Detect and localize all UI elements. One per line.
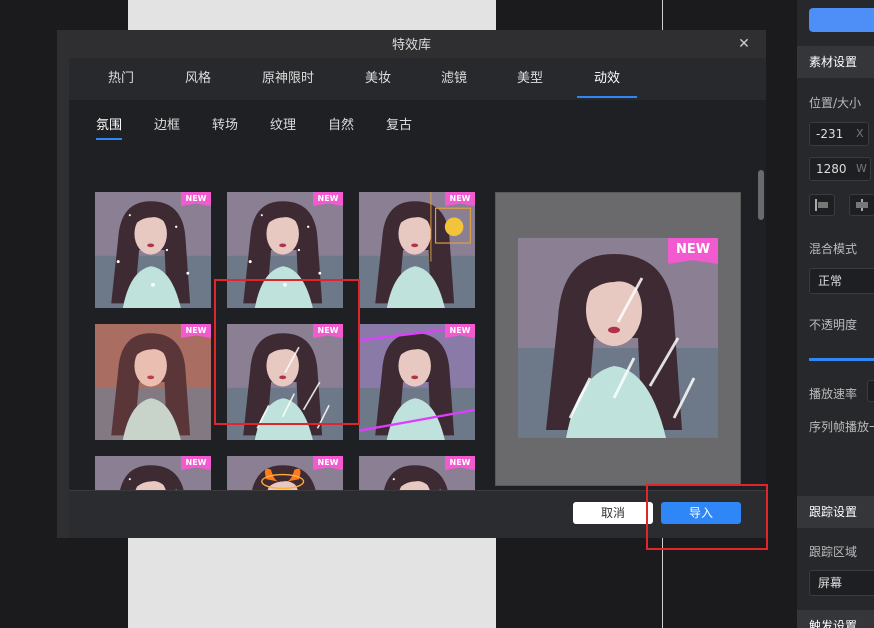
playback-speed-field[interactable]: [867, 380, 874, 402]
sparkle-icon: [227, 192, 343, 308]
dialog-footer: 取消 导入: [69, 490, 766, 538]
effect-thumbnail[interactable]: NEW: [227, 324, 343, 440]
property-panel: 素材设置 位置/大小 -231 X 1280 W 混合模式 正常 不透明度 播放…: [796, 0, 874, 628]
tab-filter[interactable]: 滤镜: [429, 58, 479, 100]
tab-makeup[interactable]: 美妆: [353, 58, 403, 100]
tab-reshape[interactable]: 美型: [505, 58, 555, 100]
canvas-area-bottom: [128, 532, 496, 628]
subtab-texture[interactable]: 纹理: [270, 114, 296, 133]
subtab-transition[interactable]: 转场: [212, 114, 238, 133]
opacity-slider[interactable]: [809, 358, 874, 361]
moon-icon: [359, 192, 475, 308]
tracking-area-select[interactable]: 屏幕: [809, 570, 874, 596]
blend-mode-label: 混合模式: [809, 242, 858, 256]
align-left-icon[interactable]: [809, 194, 835, 216]
align-center-icon[interactable]: [849, 194, 874, 216]
tracking-area-label: 跟踪区域: [809, 545, 858, 559]
subtab-nature[interactable]: 自然: [328, 114, 354, 133]
grid-scrollbar[interactable]: [758, 170, 764, 220]
position-size-label: 位置/大小: [809, 96, 862, 110]
w-unit: W: [856, 162, 867, 175]
section-material-settings[interactable]: 素材设置: [797, 46, 874, 78]
effect-thumbnail[interactable]: NEW: [359, 324, 475, 440]
tab-hot[interactable]: 热门: [96, 58, 146, 100]
subtab-atmosphere[interactable]: 氛围: [96, 114, 123, 140]
playback-speed-label: 播放速率: [809, 387, 858, 401]
width-field[interactable]: 1280 W: [809, 157, 871, 181]
close-icon[interactable]: ✕: [736, 36, 752, 52]
effect-thumbnail[interactable]: NEW: [359, 192, 475, 308]
subtab-retro[interactable]: 复古: [386, 114, 412, 133]
x-position-field[interactable]: -231 X: [809, 122, 869, 146]
w-value: 1280: [816, 162, 847, 176]
sequence-playback-label: 序列帧播放一: [809, 420, 874, 434]
section-trigger-settings[interactable]: 触发设置: [797, 610, 874, 628]
effect-thumbnail[interactable]: NEW: [227, 192, 343, 308]
x-unit: X: [856, 127, 864, 140]
canvas-area-top: [128, 0, 496, 30]
meteor-icon: [227, 324, 343, 440]
section-tracking-settings[interactable]: 跟踪设置: [797, 496, 874, 528]
laser-icon: [359, 324, 475, 440]
import-button[interactable]: 导入: [661, 502, 741, 524]
preview-panel: NEW: [495, 192, 741, 486]
opacity-label: 不透明度: [809, 318, 858, 332]
app-window: 素材设置 位置/大小 -231 X 1280 W 混合模式 正常 不透明度 播放…: [0, 0, 874, 628]
subtab-border[interactable]: 边框: [154, 114, 180, 133]
tab-genshin-limited[interactable]: 原神限时: [249, 58, 327, 100]
effects-body: 氛围 边框 转场 纹理 自然 复古 NEW NEW NEW NEW NEW NE…: [69, 100, 766, 520]
cancel-button[interactable]: 取消: [573, 502, 653, 524]
effect-thumbnail[interactable]: NEW: [95, 324, 211, 440]
tab-animation[interactable]: 动效: [577, 58, 637, 100]
glow-icon: [95, 324, 211, 440]
preview-image: NEW: [518, 238, 718, 438]
category-tabs: 热门 风格 原神限时 美妆 滤镜 美型 动效: [69, 58, 766, 100]
panel-top-button[interactable]: [809, 8, 874, 32]
blend-mode-select[interactable]: 正常: [809, 268, 874, 294]
x-value: -231: [816, 127, 844, 141]
sparkle-icon: [95, 192, 211, 308]
meteor-icon: [518, 238, 718, 438]
dialog-title: 特效库: [391, 38, 431, 53]
effect-thumbnail[interactable]: NEW: [95, 192, 211, 308]
tab-style[interactable]: 风格: [173, 58, 223, 100]
effects-library-dialog: 特效库 ✕ 热门 风格 原神限时 美妆 滤镜 美型 动效 氛围 边框 转场 纹理…: [57, 30, 766, 538]
